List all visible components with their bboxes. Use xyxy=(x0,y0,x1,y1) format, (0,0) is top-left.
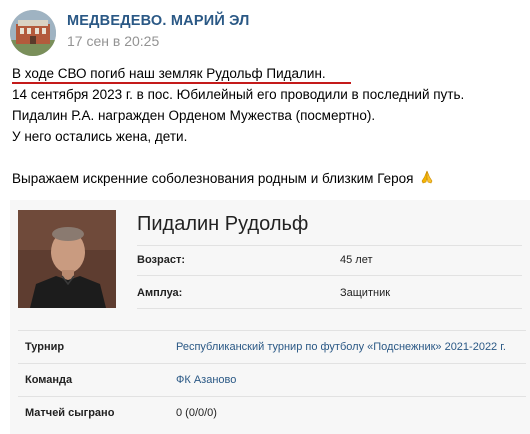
post-line-1-text: В ходе СВО погиб наш земляк Рудольф Пида… xyxy=(12,66,326,81)
age-label: Возраст: xyxy=(137,254,185,266)
divider xyxy=(137,245,522,246)
pray-emoji-icon xyxy=(419,169,435,191)
post-text: В ходе СВО погиб наш земляк Рудольф Пида… xyxy=(12,63,522,189)
post-blank-line xyxy=(12,147,522,168)
condolence-text: Выражаем искренние соболезнования родным… xyxy=(12,171,414,186)
group-name[interactable]: МЕДВЕДЕВО. МАРИЙ ЭЛ xyxy=(67,13,250,29)
group-avatar[interactable] xyxy=(10,10,56,56)
post-condolence: Выражаем искренние соболезнования родным… xyxy=(12,168,522,189)
player-name: Пидалин Рудольф xyxy=(137,213,309,235)
divider xyxy=(137,308,522,309)
player-photo[interactable] xyxy=(18,210,116,308)
divider xyxy=(137,275,522,276)
player-card: Пидалин Рудольф Возраст: 45 лет Амплуа: … xyxy=(10,200,530,434)
building-image xyxy=(10,10,56,56)
post-header: МЕДВЕДЕВО. МАРИЙ ЭЛ 17 сен в 20:25 xyxy=(0,0,530,60)
tournament-link[interactable]: Республиканский турнир по футболу «Подсн… xyxy=(176,331,506,363)
role-value: Защитник xyxy=(340,287,391,299)
player-portrait-image xyxy=(18,210,116,308)
age-value: 45 лет xyxy=(340,254,373,266)
post-line-3: Пидалин Р.А. награжден Орденом Мужества … xyxy=(12,108,376,123)
matches-value: 0 (0/0/0) xyxy=(176,407,217,419)
stat-row-tournament: Турнир Республиканский турнир по футболу… xyxy=(10,331,530,363)
stat-label: Команда xyxy=(25,374,73,386)
stat-row-team: Команда ФК Азаново xyxy=(10,364,530,396)
stat-label: Турнир xyxy=(25,341,65,353)
role-label: Амплуа: xyxy=(137,287,183,299)
team-link[interactable]: ФК Азаново xyxy=(176,364,236,396)
post-timestamp[interactable]: 17 сен в 20:25 xyxy=(67,33,159,49)
post-line-1: В ходе СВО погиб наш земляк Рудольф Пида… xyxy=(12,63,522,84)
post-line-4: У него остались жена, дети. xyxy=(12,129,188,144)
stat-label: Матчей сыграно xyxy=(25,407,115,419)
post-line-2: 14 сентября 2023 г. в пос. Юбилейный его… xyxy=(12,87,465,102)
stat-row-matches: Матчей сыграно 0 (0/0/0) xyxy=(10,397,530,429)
red-underline xyxy=(12,82,351,84)
